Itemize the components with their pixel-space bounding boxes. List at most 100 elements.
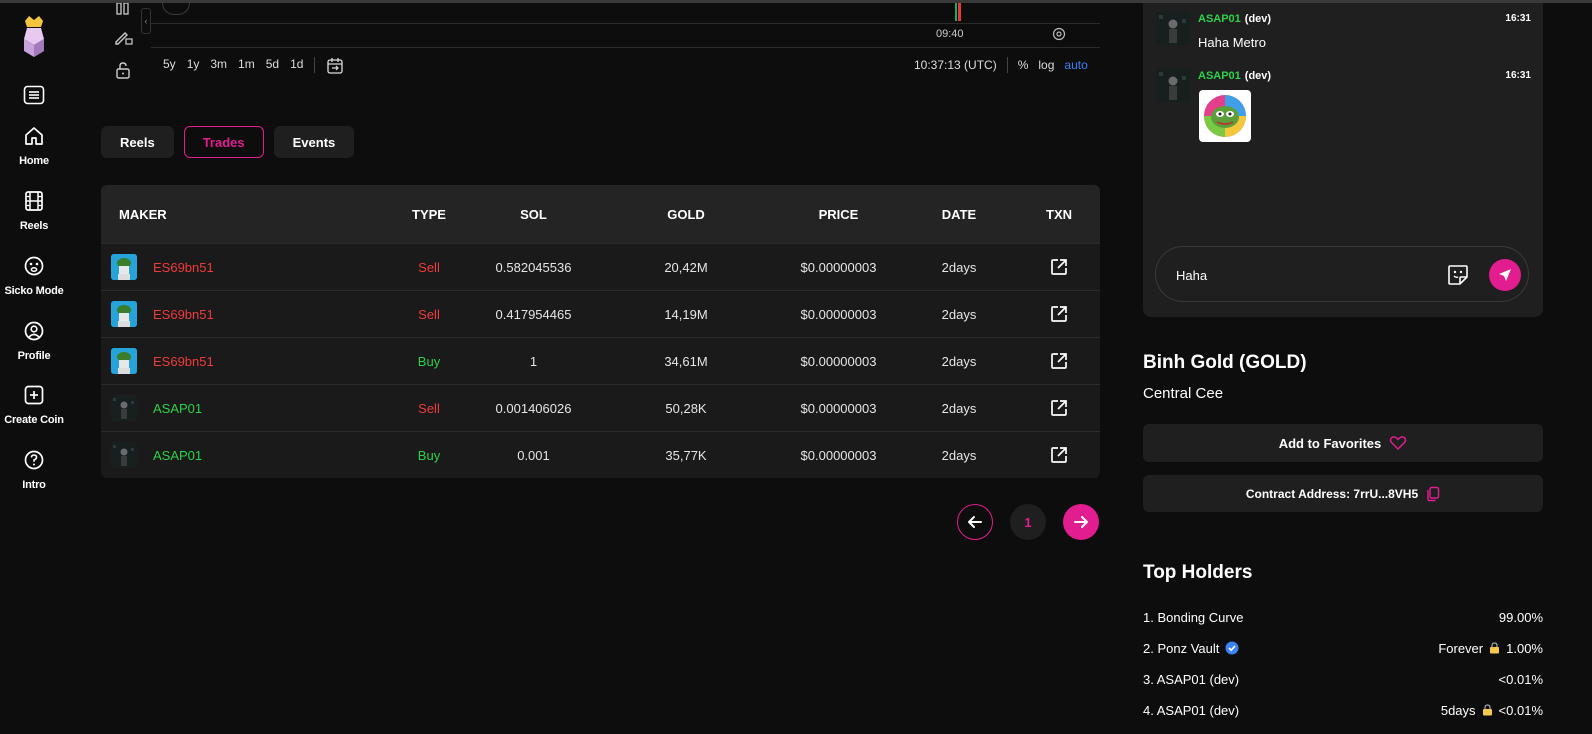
maker-avatar[interactable]	[111, 442, 137, 468]
message-author[interactable]: ASAP01 (dev)	[1198, 13, 1271, 25]
holder-percent: 1.00%	[1506, 640, 1543, 656]
sidebar-item-profile[interactable]: Profile	[0, 320, 68, 364]
sol-cell: 0.417954465	[495, 306, 572, 322]
table-row: ASAP01 Sell 0.001406026 50,28K $0.000000…	[101, 384, 1100, 431]
log-toggle[interactable]: log	[1038, 58, 1054, 72]
sidebar-item-create-coin[interactable]: Create Coin	[0, 384, 68, 428]
maker-avatar[interactable]	[111, 301, 137, 327]
gold-cell: 35,77K	[665, 447, 707, 463]
prev-page-button[interactable]	[957, 504, 993, 540]
holder-name[interactable]: 1. Bonding Curve	[1143, 610, 1243, 625]
column-header-gold: GOLD	[667, 206, 705, 222]
holder-percent: 99.00%	[1498, 609, 1543, 625]
range-5d[interactable]: 5d	[266, 57, 279, 75]
date-range-icon[interactable]	[326, 57, 344, 75]
maker-avatar[interactable]	[111, 348, 137, 374]
range-1y[interactable]: 1y	[187, 57, 200, 75]
column-header-maker: MAKER	[119, 206, 167, 222]
chart-drawing-toolbar	[110, 3, 140, 83]
auto-toggle[interactable]: auto	[1064, 58, 1087, 72]
bars-tool-icon[interactable]	[114, 3, 132, 17]
gold-cell: 14,19M	[664, 306, 708, 322]
chat-panel: ASAP01 (dev) 16:31 Haha Metro ASAP01 (dev)…	[1143, 3, 1543, 317]
range-1d[interactable]: 1d	[290, 57, 303, 75]
message-author[interactable]: ASAP01 (dev)	[1198, 70, 1271, 82]
txn-cell	[1031, 385, 1087, 431]
chat-message-input[interactable]	[1176, 265, 1436, 285]
holder-lock-duration: Forever	[1438, 640, 1484, 656]
sidebar-item-reels[interactable]: Reels	[0, 190, 68, 234]
gold-cell: 50,28K	[665, 400, 707, 416]
help-icon	[24, 450, 44, 470]
txn-cell	[1031, 432, 1087, 478]
logo-icon[interactable]	[20, 15, 48, 59]
send-icon	[1499, 269, 1511, 281]
type-cell: Sell	[418, 306, 440, 322]
sidebar-item-home[interactable]: Home	[0, 125, 68, 169]
price-cell: $0.00000003	[800, 400, 877, 416]
range-1m[interactable]: 1m	[238, 57, 255, 75]
range-5y[interactable]: 5y	[163, 57, 176, 75]
trades-table: MAKER TYPE SOL GOLD PRICE DATE TXN ES69b…	[101, 185, 1100, 478]
external-link-icon[interactable]	[1049, 351, 1069, 371]
maker-name[interactable]: ES69bn51	[153, 260, 214, 275]
gold-cell: 34,61M	[664, 353, 708, 369]
sticker-icon[interactable]	[1446, 263, 1470, 287]
external-link-icon[interactable]	[1049, 257, 1069, 277]
divider	[1006, 57, 1008, 73]
holder-name[interactable]: 4. ASAP01 (dev)	[1143, 703, 1239, 718]
date-cell: 2days	[941, 447, 977, 463]
sidebar-item-label: Intro	[22, 479, 46, 491]
top-holders-title: Top Holders	[1143, 562, 1253, 583]
unlock-icon[interactable]	[114, 60, 132, 80]
add-to-favorites-button[interactable]: Add to Favorites	[1143, 424, 1543, 462]
maker-avatar[interactable]	[111, 254, 137, 280]
holder-name[interactable]: 3. ASAP01 (dev)	[1143, 672, 1239, 687]
chart-settings-icon[interactable]	[1052, 27, 1066, 41]
txn-cell	[1031, 244, 1087, 290]
menu-icon[interactable]	[23, 85, 45, 105]
external-link-icon[interactable]	[1049, 304, 1069, 324]
price-cell: $0.00000003	[800, 353, 877, 369]
chart-marker	[162, 3, 190, 15]
avatar[interactable]	[1156, 68, 1190, 102]
heart-icon	[1390, 436, 1407, 450]
holder-name[interactable]: 2. Ponz Vault	[1143, 641, 1219, 656]
maker-name[interactable]: ES69bn51	[153, 354, 214, 369]
pencil-lock-icon[interactable]	[113, 27, 133, 47]
date-cell: 2days	[941, 306, 977, 322]
percent-toggle[interactable]: %	[1018, 58, 1029, 72]
current-page[interactable]: 1	[1010, 504, 1046, 540]
holder-row: 3. ASAP01 (dev) <0.01%	[1143, 669, 1543, 689]
next-page-button[interactable]	[1063, 504, 1099, 540]
table-row: ES69bn51 Sell 0.417954465 14,19M $0.0000…	[101, 290, 1100, 337]
sidebar-item-sicko-mode[interactable]: Sicko Mode	[0, 255, 68, 299]
sidebar-item-label: Home	[19, 155, 49, 167]
divider	[314, 57, 316, 73]
price-cell: $0.00000003	[800, 306, 877, 322]
maker-name[interactable]: ES69bn51	[153, 307, 214, 322]
maker-avatar[interactable]	[111, 395, 137, 421]
maker-name[interactable]: ASAP01	[153, 401, 202, 416]
lock-icon	[1482, 704, 1492, 716]
range-3m[interactable]: 3m	[210, 57, 227, 75]
maker-name[interactable]: ASAP01	[153, 448, 202, 463]
chart-clock: 10:37:13 (UTC)	[914, 58, 997, 72]
external-link-icon[interactable]	[1049, 398, 1069, 418]
tab-reels[interactable]: Reels	[101, 126, 174, 158]
message-sticker[interactable]	[1199, 90, 1251, 142]
send-button[interactable]	[1489, 259, 1521, 291]
sidebar-item-intro[interactable]: Intro	[0, 449, 68, 493]
avatar[interactable]	[1156, 11, 1190, 45]
holder-row: 4. ASAP01 (dev) 5days <0.01%	[1143, 700, 1543, 720]
collapse-toolbar-button[interactable]: ‹	[141, 8, 151, 34]
tab-events[interactable]: Events	[273, 126, 355, 158]
table-header: MAKER TYPE SOL GOLD PRICE DATE TXN	[101, 185, 1100, 243]
message-time: 16:31	[1505, 70, 1531, 81]
tab-trades[interactable]: Trades	[183, 126, 264, 158]
gold-cell: 20,42M	[664, 259, 708, 275]
copy-icon[interactable]	[1426, 486, 1440, 502]
external-link-icon[interactable]	[1049, 445, 1069, 465]
holder-percent: <0.01%	[1498, 671, 1543, 687]
type-cell: Buy	[417, 353, 441, 369]
